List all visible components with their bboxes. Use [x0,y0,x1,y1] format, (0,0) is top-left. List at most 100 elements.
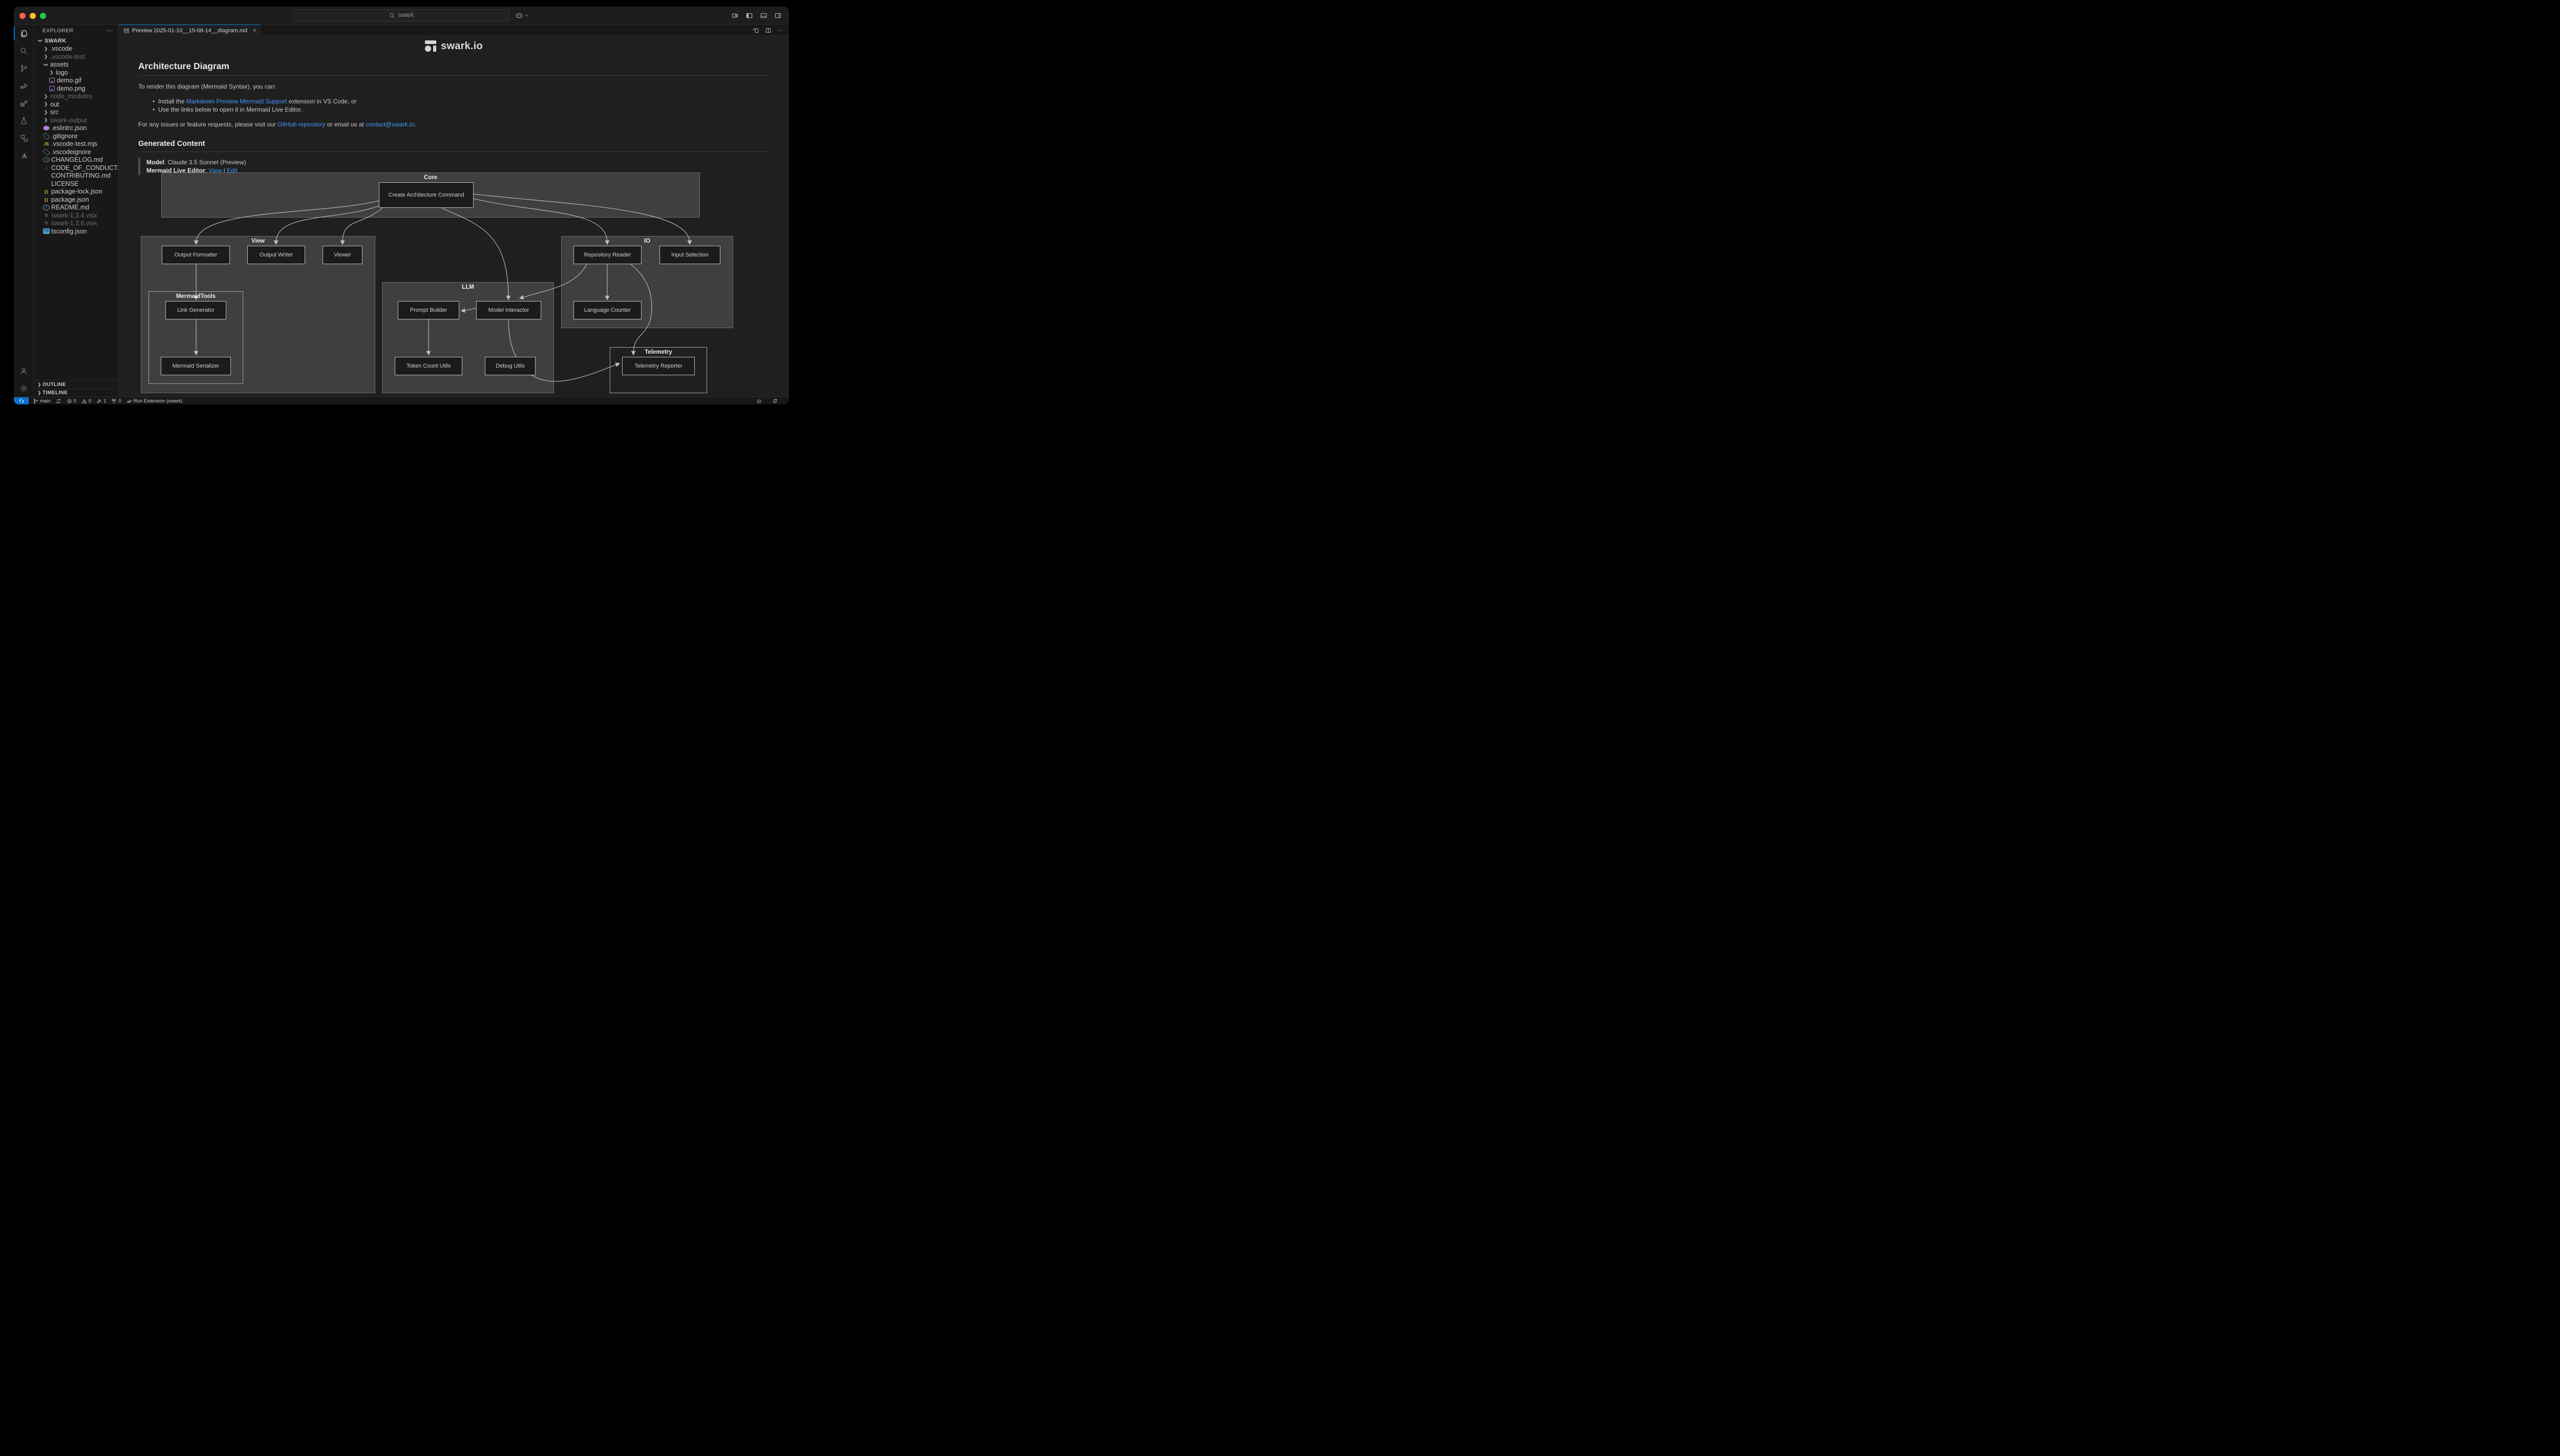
chevron-down-icon[interactable] [524,13,529,18]
activity-bar-item-account[interactable] [14,362,34,379]
edge-cac-to-is [474,194,690,243]
braces-file-icon: {} [43,188,50,195]
chevron-right-icon: ❯ [43,110,49,115]
diagram-node-mi: Model Interactor [476,301,541,319]
toggle-panel-icon[interactable] [760,12,767,19]
status-copilot[interactable] [756,397,762,404]
activity-bar-item-search[interactable] [14,42,34,59]
status-sync[interactable] [56,397,61,404]
status-branch-main[interactable]: main [33,397,51,404]
tree-folder-src[interactable]: ❯src [34,109,118,117]
status-remote[interactable] [14,397,29,404]
tree-file-CONTRIBUTING.md[interactable]: CONTRIBUTING.md [34,172,118,180]
status-tower-0[interactable]: 0 [111,397,121,404]
activity-bar-item-testing[interactable] [14,112,34,129]
tree-file-package.json[interactable]: {}package.json [34,196,118,204]
tree-item-label: swark-1.3.6.vsix [51,220,97,227]
tree-file-tsconfig.json[interactable]: TStsconfig.json [34,227,118,235]
link[interactable]: View [208,167,222,174]
tree-folder-assets[interactable]: ❯assets [34,61,118,69]
tree-file-swark-1.3.6.vsix[interactable]: ≡swark-1.3.6.vsix [34,220,118,228]
link[interactable]: Markdown Preview Mermaid Support [186,98,287,105]
toggle-secondary-sidebar-icon[interactable] [774,12,782,19]
more-actions-icon[interactable] [777,27,784,34]
tree-file-.vscodeignore[interactable]: .vscodeignore [34,148,118,156]
command-center-search[interactable]: swark [293,9,510,22]
tree-folder-swark-output[interactable]: ❯swark-output [34,116,118,124]
tab-close-icon[interactable]: × [253,28,256,34]
activity-bar-item-azure[interactable] [14,146,34,164]
tree-item-label: node_modules [50,93,92,100]
edge-rr-to-tr [631,264,652,353]
image-file-icon [49,78,55,83]
tree-file-demo.gif[interactable]: demo.gif [34,77,118,85]
ts-file-icon: TS [43,228,50,234]
tree-folder-.vscode[interactable]: ❯.vscode [34,45,118,53]
tree-folder-.vscode-test[interactable]: ❯.vscode-test [34,53,118,61]
tab-preview-diagram[interactable]: Preview 2025-01-10__15-08-14__diagram.md… [119,25,261,36]
diagram-node-label: Link Generator [177,306,215,315]
status-debug-run-extension-swark-[interactable]: Run Extension (swark) [126,397,183,404]
activity-bar-item-settings[interactable] [14,379,34,397]
tree-file-.eslintrc.json[interactable]: .eslintrc.json [34,124,118,133]
sidebar-section-outline[interactable]: ❯OUTLINE [34,380,118,389]
status-label: 0 [89,398,91,404]
sidebar-section-timeline[interactable]: ❯TIMELINE [34,389,118,397]
activity-bar-item-run-debug[interactable] [14,77,34,94]
azure-icon [19,151,28,160]
link[interactable]: Edit [227,167,238,174]
chevron-right-icon: ❯ [43,54,49,59]
close-window-button[interactable] [19,13,26,19]
tree-file-README.md[interactable]: iREADME.md [34,204,118,212]
link[interactable]: contact@swark.io [366,121,414,128]
tree-file-.gitignore[interactable]: .gitignore [34,132,118,140]
status-warning-0[interactable]: 0 [81,397,91,404]
split-editor-icon[interactable] [765,27,772,34]
open-preview-source-icon[interactable] [753,27,759,34]
edge-cac-to-of [196,201,379,243]
diagram-node-label: Repository Reader [584,251,631,260]
diagram-group-io: IO [561,236,733,328]
status-tools-1[interactable]: 1 [96,397,106,404]
tree-file-demo.png[interactable]: demo.png [34,84,118,93]
status-error-0[interactable]: 0 [67,397,76,404]
tree-folder-out[interactable]: ❯out [34,100,118,109]
copilot-icon[interactable] [515,11,523,19]
key-yellow-file-icon [43,180,50,187]
minimize-window-button[interactable] [30,13,36,19]
toggle-primary-sidebar-icon[interactable] [745,12,753,19]
files-icon [19,29,28,38]
tree-file-CHANGELOG.md[interactable]: CHANGELOG.md [34,156,118,164]
diagram-group-telemetry: Telemetry [610,347,707,393]
diagram-node-du: Debug Utils [485,357,536,375]
tree-folder-logo[interactable]: ❯logo [34,69,118,77]
status-label: 1 [103,398,106,404]
activity-bar-item-remote-explorer[interactable] [14,129,34,146]
diagram-node-label: Output Writer [260,251,293,260]
diagram-node-lc: Language Counter [573,301,642,319]
activity-bar-item-source-control[interactable] [14,59,34,77]
tree-folder-SWARK[interactable]: ❯SWARK [34,37,118,45]
explorer-more-actions-icon[interactable]: ⋯ [106,27,113,35]
tree-file-.vscode-test.mjs[interactable]: JS.vscode-test.mjs [34,140,118,148]
activity-bar-item-extensions[interactable] [14,94,34,112]
diagram-node-lg: Link Generator [165,301,226,319]
source-control-icon [19,64,28,73]
generated-content-title: Generated Content [138,140,771,148]
edge-mi-to-tr [508,319,618,381]
branch-icon [33,398,38,404]
link[interactable]: GitHub repository [278,121,325,128]
activity-bar-item-files[interactable] [14,25,34,42]
tree-file-package-lock.json[interactable]: {}package-lock.json [34,188,118,196]
remote-explorer-icon [19,134,28,142]
tree-file-CODE_OF_CONDUCT.md[interactable]: ↓CODE_OF_CONDUCT.md [34,164,118,172]
status-bell-dot[interactable] [772,397,778,404]
title-bar: swark [14,7,789,25]
tree-file-swark-1.3.4.vsix[interactable]: ≡swark-1.3.4.vsix [34,211,118,220]
zoom-window-button[interactable] [40,13,46,19]
customize-layout-icon[interactable] [731,12,739,19]
tree-file-LICENSE[interactable]: LICENSE [34,180,118,188]
tree-folder-node_modules[interactable]: ❯node_modules [34,93,118,101]
key-red-file-icon [43,173,50,179]
text: or email us at [326,121,366,128]
